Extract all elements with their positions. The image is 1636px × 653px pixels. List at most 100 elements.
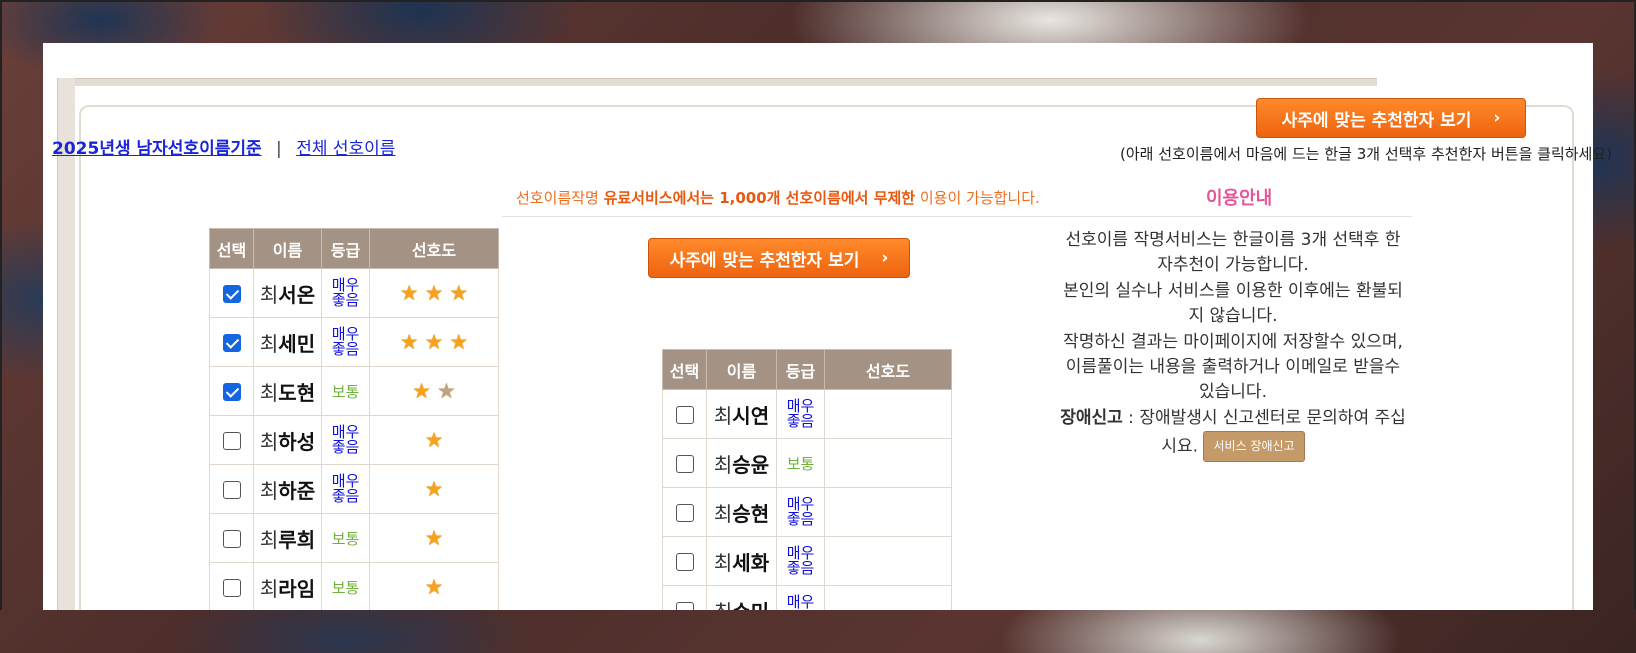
guide-text-2: 본인의 실수나 서비스를 이용한 이후에는 환불되지 않습니다. [1063,281,1403,326]
name-cell: 최라임 [253,562,322,612]
name-cell: 최도현 [253,366,322,416]
grade-cell: 매우좋음 [776,536,825,586]
name-row: 최라임 보통 ★ [209,562,499,612]
select-checkbox[interactable] [222,480,241,499]
preference-cell: ★ [369,464,499,514]
select-checkbox[interactable] [222,431,241,450]
preference-cell: ★ ★ [369,366,499,416]
report-label: 장애신고 [1060,408,1123,428]
name-cell: 최승현 [706,487,777,537]
preference-cell: ★ [369,513,499,563]
recommend-button-label: 사주에 맞는 추천한자 보기 [1281,110,1472,131]
name-row: 최도현 보통 ★ ★ [209,366,499,416]
surname: 최 [259,282,279,307]
select-cell [662,536,707,586]
usage-guide: 선호이름 작명서비스는 한글이름 3개 선택후 한자추천이 가능합니다. 본인의… [1058,228,1408,463]
star-icon: ★ [399,281,419,305]
star-icon: ★ [449,330,469,354]
name-cell: 최서온 [253,268,322,318]
chevron-right-icon: › [881,248,889,268]
select-cell [209,513,254,563]
select-cell [209,317,254,367]
header-name: 이름 [253,228,322,269]
link-all-names[interactable]: 전체 선호이름 [296,139,395,159]
select-cell [662,487,707,537]
classroom-background [0,610,1636,653]
selection-hint: (아래 선호이름에서 마음에 드는 한글 3개 선택후 추천한자 버튼을 클릭하… [1120,145,1612,163]
notice-pre: 선호이름작명 [516,189,604,207]
usage-guide-title: 이용안내 [1206,188,1273,209]
select-checkbox[interactable] [675,454,694,473]
link-separator: | [276,139,282,159]
select-checkbox[interactable] [222,333,241,352]
header-grade: 등급 [321,228,370,269]
guide-text-3: 작명하신 결과는 마이페이지에 저장할수 있으며, 이름풀이는 내용을 출력하거… [1063,332,1403,402]
select-cell [209,366,254,416]
guide-text-1: 선호이름 작명서비스는 한글이름 3개 선택후 한자추천이 가능합니다. [1065,230,1401,275]
grade-label: 보통 [331,529,360,548]
preference-cell: ★ ★ ★ [369,268,499,318]
service-report-button[interactable]: 서비스 장애신고 [1203,431,1305,462]
select-cell [209,464,254,514]
grade-cell: 보통 [776,438,825,488]
select-checkbox[interactable] [675,405,694,424]
grade-label: 매우좋음 [786,396,815,430]
name-row: 최시연 매우좋음 [662,389,952,439]
grade-cell: 보통 [321,366,370,416]
grade-cell: 매우좋음 [321,317,370,367]
name-row: 최승윤 보통 [662,438,952,488]
bottom-background-band [0,610,1636,653]
header-name: 이름 [706,349,777,390]
select-checkbox[interactable] [222,578,241,597]
paid-service-notice: 선호이름작명 유료서비스에서는 1,000개 선호이름에서 무제한 이용이 가능… [516,187,1040,208]
grade-label: 보통 [331,382,360,401]
preference-cell [824,536,952,586]
preference-cell [824,487,952,537]
name-cell: 최승윤 [706,438,777,488]
grade-label: 보통 [786,454,815,473]
star-icon: ★ [449,281,469,305]
preference-cell: ★ [369,415,499,465]
grade-label: 매우좋음 [331,324,360,358]
grade-label: 매우좋음 [331,422,360,456]
surname: 최 [259,380,279,405]
star-icon: ★ [424,477,444,501]
grade-cell: 매우좋음 [321,464,370,514]
select-cell [209,562,254,612]
surname: 최 [713,501,733,526]
star-icon: ★ [424,575,444,599]
chevron-right-icon: › [1493,108,1501,128]
given-name: 세화 [732,550,770,575]
star-icon: ★ [424,526,444,550]
grade-cell: 보통 [321,562,370,612]
select-checkbox[interactable] [675,552,694,571]
select-checkbox[interactable] [222,382,241,401]
grade-cell: 매우좋음 [776,389,825,439]
select-checkbox[interactable] [222,284,241,303]
header-select: 선택 [662,349,707,390]
name-row: 최루희 보통 ★ [209,513,499,563]
surname: 최 [259,527,279,552]
name-row: 최하성 매우좋음 ★ [209,415,499,465]
link-male-2025[interactable]: 2025년생 남자선호이름기준 [52,139,262,159]
recommend-hanja-button-top[interactable]: 사주에 맞는 추천한자 보기 › [1256,98,1526,138]
grade-cell: 매우좋음 [321,268,370,318]
grade-label: 매우좋음 [786,543,815,577]
name-cell: 최하준 [253,464,322,514]
guide-report: 장애신고 : 장애발생시 신고센터로 문의하여 주십시요. 서비스 장애신고 [1058,406,1408,462]
surname: 최 [259,429,279,454]
star-icon: ★ [424,428,444,452]
given-name: 라임 [278,576,316,601]
notice-strong: 유료서비스에서는 1,000개 선호이름에서 무제한 [603,189,916,207]
name-row: 최세화 매우좋음 [662,536,952,586]
star-icon: ★ [424,281,444,305]
header-select: 선택 [209,228,254,269]
select-checkbox[interactable] [222,529,241,548]
given-name: 하준 [278,478,316,503]
recommend-hanja-button-mid[interactable]: 사주에 맞는 추천한자 보기 › [648,238,910,278]
select-checkbox[interactable] [675,503,694,522]
notice-post: 이용이 가능합니다. [915,189,1040,207]
star-icon: ★ [412,379,431,403]
select-cell [209,268,254,318]
given-name: 루희 [278,527,316,552]
